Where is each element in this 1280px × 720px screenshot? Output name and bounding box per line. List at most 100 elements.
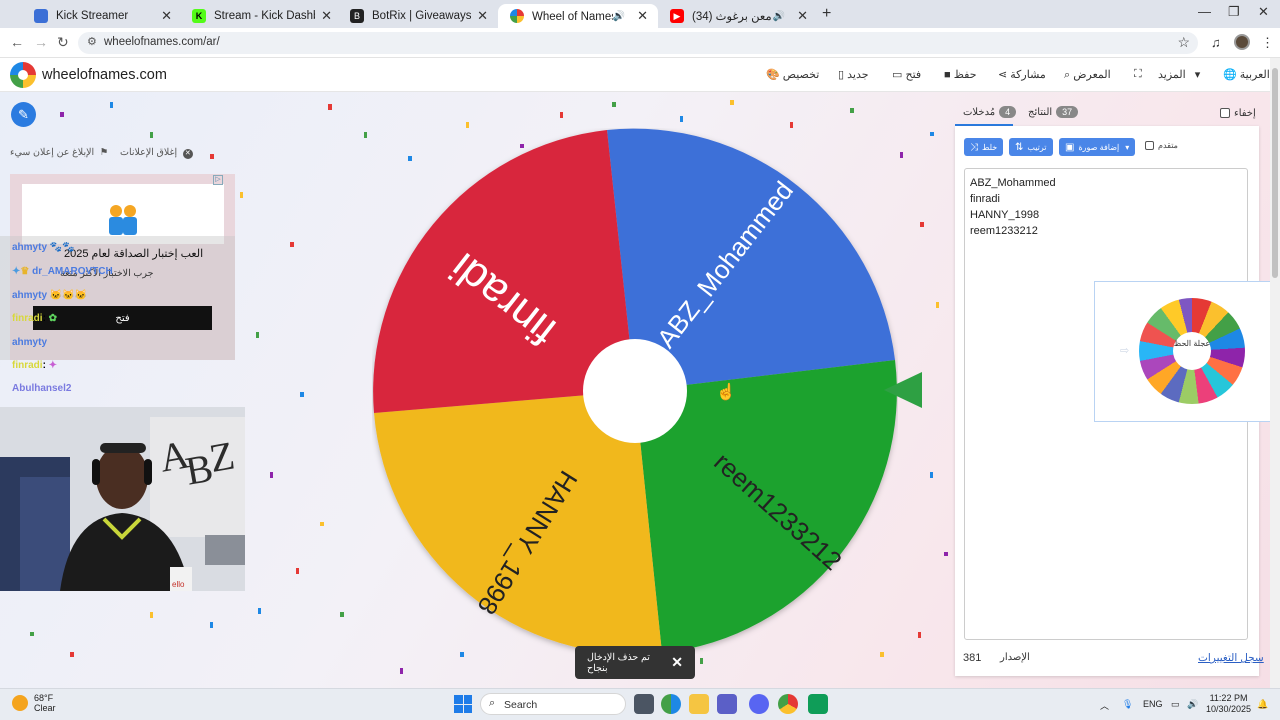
close-ads-link[interactable]: إغلاق الإعلانات ✕ [120,147,193,159]
more-button[interactable]: المزيد ▾ [1158,68,1200,81]
hide-panel-toggle[interactable]: إخفاء [1220,108,1256,119]
close-tab-icon[interactable]: ✕ [797,8,808,24]
ad-open-button[interactable]: فتح [33,306,212,330]
kick-favicon-icon [34,9,48,23]
language-button[interactable]: 🌐 العربية [1217,68,1270,81]
media-control-icon[interactable]: ♫ [1211,35,1221,50]
tab-results[interactable]: النتائج 37 [1028,106,1079,118]
back-icon[interactable]: ← [10,34,24,50]
advanced-toggle[interactable]: متقدم [1145,141,1178,151]
restore-icon[interactable]: ❐ [1228,4,1240,20]
chat-username: Abulhansel2 [12,383,72,394]
browser-menu-icon[interactable]: ⋮ [1261,35,1274,51]
new-label: جديد [847,69,869,81]
share-button[interactable]: ⋖ مشاركة [992,68,1046,81]
minimize-icon[interactable]: — [1198,4,1211,19]
gallery-label: المعرض [1073,69,1111,81]
app-icon[interactable] [808,694,828,714]
site-header: wheelofnames.com 🎨 تخصيص ▯ جديد ▭ فتح ■ … [0,58,1270,92]
tab-title: Kick Streamer [56,10,129,22]
add-image-button[interactable]: ▣ إضافة صورة ▾ [1059,138,1136,156]
network-icon[interactable]: ▭ [1171,699,1180,710]
wheel-of-names[interactable]: ABZ_Mohammed reem1233212 HANNY_1998 finr… [372,128,898,654]
taskbar-search[interactable]: ⌕ Search [480,693,626,715]
tab-entries[interactable]: مُدخلات 4 [963,106,1017,118]
new-tab-icon[interactable]: + [822,5,831,23]
browser-tab-botrix[interactable]: B BotRix | Giveaways ✕ [338,4,498,28]
omnibox[interactable]: ⚙ wheelofnames.com/ar/ ☆ [78,32,1198,54]
wheel-center-hub[interactable] [583,339,687,443]
speaker-icon[interactable]: 🔊 [773,11,785,22]
ad-choices-icon[interactable]: ▷ [213,175,223,185]
chat-emote-icon: 🐱🐱🐱 [47,290,88,301]
hand-cursor-icon: ☝ [716,384,736,401]
changelog-link[interactable]: سجل التغييرات [1198,652,1264,664]
chat-message: ahmyty 🐱🐱🐱 [12,290,87,301]
ad-title[interactable]: العب إختبار الصداقة لعام 2025 [64,247,203,260]
save-button[interactable]: ■ حفظ [938,68,977,81]
temperature: 68°F [34,693,54,703]
toast-text: تم حذف الإدخال بنجاح [587,651,650,674]
notification-bell-icon[interactable]: 🔔 [1257,699,1268,710]
browser-tab-kick-streamer[interactable]: Kick Streamer ✕ [22,4,182,28]
fullscreen-button[interactable]: ⛶ [1128,68,1142,81]
close-tab-icon[interactable]: ✕ [321,8,332,24]
browser-tab-wheel-of-names[interactable]: Wheel of Names | العشوائي 🔊 ✕ [498,4,658,28]
microphone-icon[interactable]: 🎙 [1122,699,1133,710]
customize-button[interactable]: 🎨 تخصيص [760,68,819,81]
task-view-icon[interactable] [634,694,654,714]
flag-icon: ⚑ [99,147,109,158]
crown-icon: ♛ [20,266,30,277]
chevron-up-icon[interactable]: ︿ [1100,699,1109,712]
teams-icon[interactable] [717,694,737,714]
edit-pencil-button[interactable]: ✎ [11,102,36,127]
sort-button[interactable]: ⇅ ترتيب [1009,138,1053,156]
forward-icon[interactable]: → [34,34,48,50]
chrome-icon[interactable] [778,694,798,714]
checkbox[interactable] [1220,108,1230,119]
close-window-icon[interactable]: ✕ [1258,4,1269,20]
tab-title: BotRix | Giveaways [372,10,472,22]
report-ad-link[interactable]: الإبلاغ عن إعلان سيء ⚑ [10,147,108,158]
new-button[interactable]: ▯ جديد [832,68,869,81]
speaker-icon[interactable]: 🔊 [613,11,625,22]
close-circle-icon: ✕ [182,149,193,159]
site-logo-icon[interactable] [10,62,36,88]
toast-notification: تم حذف الإدخال بنجاح ✕ [575,646,695,679]
bookmark-star-icon[interactable]: ☆ [1177,34,1190,51]
share-icon: ⋖ [998,69,1008,81]
version-label: الإصدار [1000,652,1030,663]
volume-icon[interactable]: 🔊 [1187,699,1198,710]
system-clock[interactable]: 11:22 PM 10/30/2025 [1206,693,1251,715]
reload-icon[interactable]: ↻ [57,34,69,51]
open-button[interactable]: ▭ فتح [886,68,921,81]
entry-line[interactable]: ABZ_Mohammed [970,177,1056,189]
profile-avatar[interactable] [1234,34,1250,50]
file-explorer-icon[interactable] [689,694,709,714]
shuffle-button[interactable]: ⤨ خلط [964,138,1004,156]
input-language[interactable]: ENG [1143,699,1163,709]
entry-line[interactable]: HANNY_1998 [970,209,1039,221]
entry-line[interactable]: reem1233212 [970,225,1038,237]
close-icon[interactable]: ✕ [671,654,683,671]
site-info-icon[interactable]: ⚙ [87,35,97,48]
gallery-button[interactable]: ⌕ المعرض [1058,68,1111,82]
close-tab-icon[interactable]: ✕ [637,8,648,24]
entry-line[interactable]: finradi [970,193,1000,205]
site-logo-text[interactable]: wheelofnames.com [42,67,167,83]
tab-results-label: النتائج [1028,107,1053,118]
edge-browser-icon[interactable] [661,694,681,714]
scrollbar-thumb[interactable] [1272,68,1278,278]
browser-tab-youtube[interactable]: ▶ (34) كن راضياً | معن برغوث 🔊 ✕ [658,4,818,28]
url-text[interactable]: wheelofnames.com/ar/ [104,36,220,48]
windows-start-icon[interactable] [454,695,472,713]
sun-icon [12,695,28,711]
browser-tab-kick-dashboard[interactable]: K Stream - Kick Dashboard ✕ [180,4,342,28]
discord-icon[interactable] [749,694,769,714]
close-tab-icon[interactable]: ✕ [161,8,172,24]
chat-username: ahmyty [12,242,48,253]
webcam-feed: A B Z ello [0,407,245,591]
chat-username: finradi [12,313,43,324]
close-tab-icon[interactable]: ✕ [477,8,488,24]
checkbox[interactable] [1145,141,1154,151]
